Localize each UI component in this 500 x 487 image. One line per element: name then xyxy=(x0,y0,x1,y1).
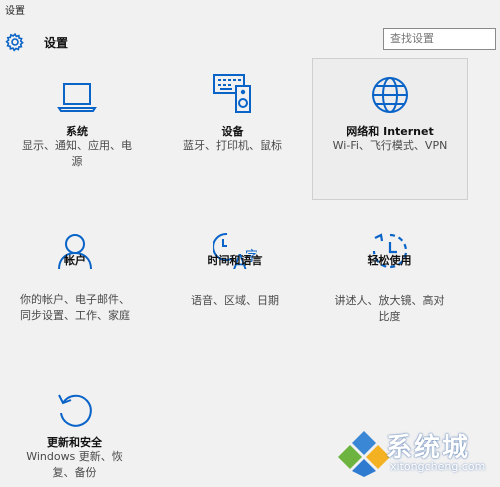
laptop-icon xyxy=(57,83,97,112)
tile-system-label: 系统 xyxy=(66,125,88,138)
tile-update-security[interactable]: 更新和安全 Windows 更新、恢 复、备份 xyxy=(12,385,137,485)
tile-ease-of-access-desc: 讲述人、放大镜、高对 比度 xyxy=(334,294,445,323)
tile-devices-label: 设备 xyxy=(221,125,244,138)
watermark: 系统城 xitongcheng.com xyxy=(338,427,496,477)
tile-accounts-label: 帐户 xyxy=(64,254,86,267)
tile-time-language-label: 时间和语言 xyxy=(207,254,263,267)
tile-time-language-desc: 语音、区域、日期 xyxy=(191,294,279,307)
watermark-logo-icon xyxy=(338,431,390,477)
keyboard-speaker-icon xyxy=(212,74,251,113)
tile-devices[interactable]: 设备 蓝牙、打印机、鼠标 xyxy=(165,70,300,180)
watermark-url: xitongcheng.com xyxy=(390,460,486,473)
tile-system-desc: 显示、通知、应用、电 源 xyxy=(22,139,132,168)
window-title: 设置 xyxy=(5,6,25,17)
search-input[interactable] xyxy=(383,28,496,50)
page-title: 设置 xyxy=(44,36,69,50)
tile-ease-of-access-label: 轻松使用 xyxy=(367,254,412,267)
tile-ease-of-access[interactable]: 轻松使用 讲述人、放大镜、高对 比度 xyxy=(322,225,457,335)
tile-update-security-label: 更新和安全 xyxy=(47,436,102,449)
tile-devices-desc: 蓝牙、打印机、鼠标 xyxy=(183,139,282,152)
tile-accounts-desc: 你的帐户、电子邮件、 同步设置、工作、家庭 xyxy=(20,293,130,322)
tile-system[interactable]: 系统 显示、通知、应用、电 源 xyxy=(12,70,142,180)
watermark-text: 系统城 xyxy=(386,433,471,463)
tile-network-desc: Wi-Fi、飞行模式、VPN xyxy=(332,139,448,152)
tile-network-label: 网络和 Internet xyxy=(346,125,434,138)
gear-icon xyxy=(5,32,24,52)
refresh-icon xyxy=(57,394,92,427)
tile-accounts[interactable]: 帐户 你的帐户、电子邮件、 同步设置、工作、家庭 xyxy=(10,225,140,335)
globe-icon xyxy=(372,77,408,113)
tile-network[interactable]: 网络和 Internet Wi-Fi、飞行模式、VPN xyxy=(312,58,468,200)
tile-time-language[interactable]: A 字 时间和语言 语音、区域、日期 xyxy=(175,225,295,335)
tile-update-security-desc: Windows 更新、恢 复、备份 xyxy=(26,450,123,479)
